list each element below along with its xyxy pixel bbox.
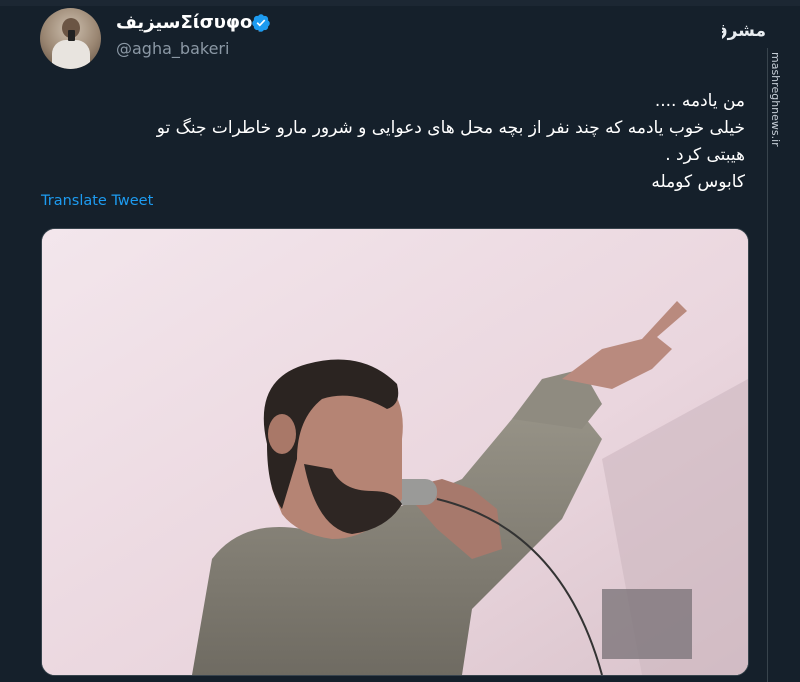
mashregh-logo: مشرق xyxy=(722,21,766,41)
watermark-divider xyxy=(767,48,768,682)
tweet-photo[interactable] xyxy=(41,228,749,676)
tweet-line: کابوس کومله xyxy=(651,172,745,192)
photo-illustration xyxy=(42,229,748,675)
watermark-url: mashreghnews.ir xyxy=(769,52,782,147)
tweet-line: هیبتی کرد . xyxy=(665,145,745,165)
user-handle[interactable]: @agha_bakeri xyxy=(116,39,229,58)
verified-badge-icon xyxy=(252,14,270,32)
avatar[interactable] xyxy=(40,8,101,69)
display-name[interactable]: سیزیفΣίσυφος xyxy=(116,12,263,33)
tweet-text: من یادمه .... خیلی خوب یادمه که چند نفر … xyxy=(65,88,745,196)
translate-tweet-link[interactable]: Translate Tweet xyxy=(41,193,153,209)
tweet-line: من یادمه .... xyxy=(654,91,745,111)
tweet-card: سیزیفΣίσυφος @agha_bakeri مشرق mashreghn… xyxy=(0,0,800,682)
top-divider xyxy=(0,0,800,6)
svg-text:مشرق: مشرق xyxy=(722,21,766,41)
tweet-line: خیلی خوب یادمه که چند نفر از بچه محل های… xyxy=(156,118,745,138)
